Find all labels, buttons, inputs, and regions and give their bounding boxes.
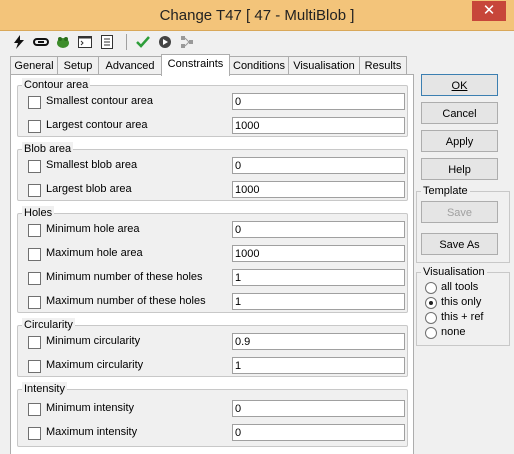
min-holes-count-label: Minimum number of these holes bbox=[46, 271, 203, 283]
max-hole-area-field[interactable]: 1000 bbox=[232, 245, 405, 262]
max-intensity-field[interactable]: 0 bbox=[232, 424, 405, 441]
max-intensity-label: Maximum intensity bbox=[46, 426, 138, 438]
intensity-group: Intensity Minimum intensity 0 Maximum in… bbox=[17, 382, 408, 447]
toolbar bbox=[8, 31, 508, 53]
radio-button[interactable] bbox=[425, 327, 437, 339]
apply-button[interactable]: Apply bbox=[421, 130, 498, 152]
group-title: Circularity bbox=[22, 318, 75, 332]
template-group-title: Template bbox=[421, 184, 470, 198]
radio-button[interactable] bbox=[425, 297, 437, 309]
list-icon[interactable] bbox=[98, 33, 116, 51]
tab-constraints[interactable]: Constraints bbox=[161, 54, 230, 76]
largest-blob-label: Largest blob area bbox=[46, 183, 132, 195]
largest-contour-label: Largest contour area bbox=[46, 119, 148, 131]
min-intensity-checkbox[interactable] bbox=[28, 403, 41, 416]
ok-button-label: OK bbox=[451, 80, 468, 92]
max-circularity-field[interactable]: 1 bbox=[232, 357, 405, 374]
max-holes-count-field[interactable]: 1 bbox=[232, 293, 405, 310]
visualisation-group: Visualisation all tools this only this +… bbox=[416, 265, 510, 346]
smallest-blob-checkbox[interactable] bbox=[28, 160, 41, 173]
console-icon[interactable] bbox=[76, 33, 94, 51]
group-title: Contour area bbox=[22, 78, 91, 92]
radio-label: this only bbox=[441, 296, 482, 308]
min-hole-area-field[interactable]: 0 bbox=[232, 221, 405, 238]
smallest-contour-label: Smallest contour area bbox=[46, 95, 153, 107]
contour-area-group: Contour area Smallest contour area 0 Lar… bbox=[17, 78, 408, 137]
tab-setup[interactable]: Setup bbox=[57, 56, 99, 75]
visualisation-group-title: Visualisation bbox=[421, 265, 487, 279]
smallest-contour-field[interactable]: 0 bbox=[232, 93, 405, 110]
tab-results[interactable]: Results bbox=[359, 56, 407, 75]
close-button[interactable]: ✕ bbox=[472, 1, 506, 21]
title-bar: Change T47 [ 47 - MultiBlob ] ✕ bbox=[0, 0, 514, 31]
group-title: Blob area bbox=[22, 142, 74, 156]
max-hole-area-label: Maximum hole area bbox=[46, 247, 143, 259]
group-title: Intensity bbox=[22, 382, 67, 396]
cancel-button[interactable]: Cancel bbox=[421, 102, 498, 124]
min-intensity-label: Minimum intensity bbox=[46, 402, 135, 414]
toolbar-separator bbox=[126, 34, 127, 50]
radio-label: all tools bbox=[441, 281, 479, 293]
min-hole-area-label: Minimum hole area bbox=[46, 223, 140, 235]
link-icon[interactable] bbox=[32, 33, 50, 51]
radio-button[interactable] bbox=[425, 282, 437, 294]
max-circularity-checkbox[interactable] bbox=[28, 360, 41, 373]
group-title: Holes bbox=[22, 206, 55, 220]
max-holes-count-label: Maximum number of these holes bbox=[46, 295, 206, 307]
min-hole-area-checkbox[interactable] bbox=[28, 224, 41, 237]
lightning-icon[interactable] bbox=[10, 33, 28, 51]
blob-area-group: Blob area Smallest blob area 0 Largest b… bbox=[17, 142, 408, 201]
tab-advanced[interactable]: Advanced bbox=[98, 56, 162, 75]
frog-icon[interactable] bbox=[54, 33, 72, 51]
min-circularity-field[interactable]: 0.9 bbox=[232, 333, 405, 350]
tab-conditions[interactable]: Conditions bbox=[229, 56, 289, 75]
radio-label: none bbox=[441, 326, 466, 338]
max-circularity-label: Maximum circularity bbox=[46, 359, 144, 371]
smallest-contour-checkbox[interactable] bbox=[28, 96, 41, 109]
tab-general[interactable]: General bbox=[10, 56, 58, 75]
window-title: Change T47 [ 47 - MultiBlob ] bbox=[159, 7, 355, 24]
run-icon[interactable] bbox=[156, 33, 174, 51]
largest-contour-field[interactable]: 1000 bbox=[232, 117, 405, 134]
circularity-group: Circularity Minimum circularity 0.9 Maxi… bbox=[17, 318, 408, 377]
smallest-blob-field[interactable]: 0 bbox=[232, 157, 405, 174]
template-save-as-button[interactable]: Save As bbox=[421, 233, 498, 255]
largest-blob-checkbox[interactable] bbox=[28, 184, 41, 197]
network-icon[interactable] bbox=[178, 33, 196, 51]
max-holes-count-checkbox[interactable] bbox=[28, 296, 41, 309]
tab-visualisation[interactable]: Visualisation bbox=[288, 56, 360, 75]
max-hole-area-checkbox[interactable] bbox=[28, 248, 41, 261]
holes-group: Holes Minimum hole area 0 Maximum hole a… bbox=[17, 206, 408, 313]
smallest-blob-label: Smallest blob area bbox=[46, 159, 138, 171]
min-circularity-checkbox[interactable] bbox=[28, 336, 41, 349]
radio-label: this + ref bbox=[441, 311, 484, 323]
min-holes-count-checkbox[interactable] bbox=[28, 272, 41, 285]
check-icon[interactable] bbox=[134, 33, 152, 51]
max-intensity-checkbox[interactable] bbox=[28, 427, 41, 440]
template-save-button[interactable]: Save bbox=[421, 201, 498, 223]
help-button[interactable]: Help bbox=[421, 158, 498, 180]
min-circularity-label: Minimum circularity bbox=[46, 335, 141, 347]
radio-button[interactable] bbox=[425, 312, 437, 324]
largest-blob-field[interactable]: 1000 bbox=[232, 181, 405, 198]
constraints-panel: Contour area Smallest contour area 0 Lar… bbox=[10, 74, 414, 454]
min-intensity-field[interactable]: 0 bbox=[232, 400, 405, 417]
largest-contour-checkbox[interactable] bbox=[28, 120, 41, 133]
ok-button[interactable]: OK bbox=[421, 74, 498, 96]
min-holes-count-field[interactable]: 1 bbox=[232, 269, 405, 286]
